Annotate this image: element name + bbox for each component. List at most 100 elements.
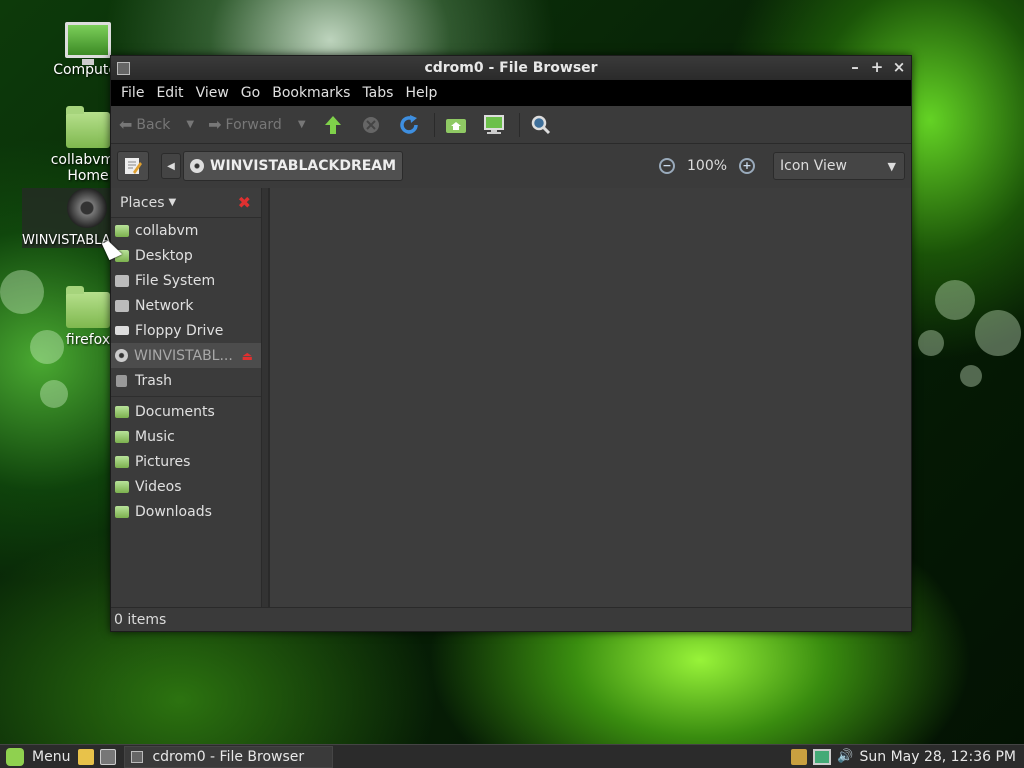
toolbar-separator: [518, 112, 520, 137]
sidebar-item-collabvm[interactable]: collabvm: [111, 218, 261, 243]
sidebar-item-music[interactable]: Music: [111, 424, 261, 449]
close-sidebar-icon[interactable]: ✖: [238, 193, 251, 212]
breadcrumb[interactable]: WINVISTABLACKDREAM: [183, 151, 404, 181]
places-header[interactable]: Places ▼ ✖: [111, 188, 261, 218]
videos-folder-icon: [115, 480, 129, 493]
eject-icon[interactable]: ⏏: [242, 349, 253, 363]
toggle-location-button[interactable]: [117, 151, 149, 181]
close-button[interactable]: ×: [889, 58, 909, 76]
sidebar-item-label: Network: [135, 297, 194, 314]
start-menu-button[interactable]: Menu: [0, 747, 71, 766]
app-icon: [131, 750, 144, 763]
back-button[interactable]: ⬅ Back ▼: [119, 115, 194, 134]
sidebar-item-documents[interactable]: Documents: [111, 399, 261, 424]
window-titlebar[interactable]: cdrom0 - File Browser – + ×: [111, 56, 911, 80]
menu-view[interactable]: View: [190, 85, 235, 101]
stop-icon: [362, 116, 379, 133]
clock[interactable]: Sun May 28, 12:36 PM: [859, 749, 1016, 765]
reload-icon: [399, 114, 418, 134]
mint-logo-icon: [6, 747, 24, 766]
menu-help[interactable]: Help: [399, 85, 443, 101]
computer-icon: [65, 22, 111, 65]
sidebar-item-desktop[interactable]: Desktop: [111, 243, 261, 268]
statusbar: 0 items: [111, 607, 911, 631]
computer-button[interactable]: [481, 112, 507, 138]
sidebar-item-label: collabvm: [135, 222, 199, 239]
sidebar-item-label: Trash: [135, 372, 172, 389]
crumb-left-arrow-button[interactable]: ◀: [161, 153, 181, 179]
sidebar-item-label: Downloads: [135, 503, 212, 520]
terminal-launcher-icon[interactable]: [100, 748, 117, 765]
search-button[interactable]: [528, 112, 554, 138]
sidebar-item-floppy[interactable]: Floppy Drive: [111, 318, 261, 343]
downloads-folder-icon: [115, 505, 129, 518]
forward-button[interactable]: ➡ Forward ▼: [208, 115, 305, 134]
view-mode-select[interactable]: Icon View ▼: [773, 152, 905, 180]
text-editor-launcher-icon[interactable]: [78, 748, 95, 765]
wallpaper-bokeh: [935, 280, 975, 320]
up-button[interactable]: [320, 112, 346, 138]
menu-tabs[interactable]: Tabs: [356, 85, 399, 101]
forward-arrow-icon: ➡: [208, 115, 222, 134]
sidebar-item-label: Desktop: [135, 247, 193, 264]
menu-bookmarks[interactable]: Bookmarks: [266, 85, 356, 101]
sidebar-item-cdrom[interactable]: WINVISTABL... ⏏: [111, 343, 261, 368]
floppy-icon: [115, 326, 129, 335]
zoom-in-icon[interactable]: +: [739, 158, 756, 174]
taskbar: Menu cdrom0 - File Browser 🔊 Sun May 28,…: [0, 744, 1024, 768]
taskbar-window-button[interactable]: cdrom0 - File Browser: [124, 745, 334, 768]
back-label: Back: [136, 116, 171, 133]
sidebar-item-label: Floppy Drive: [135, 322, 224, 339]
sidebar-item-trash[interactable]: Trash: [111, 368, 261, 393]
forward-label: Forward: [225, 116, 282, 133]
sidebar-item-label: Pictures: [135, 453, 191, 470]
folder-icon: [66, 286, 110, 328]
sidebar-item-label: Music: [135, 428, 175, 445]
menu-go[interactable]: Go: [235, 85, 266, 101]
sidebar-splitter[interactable]: [261, 188, 269, 607]
window-title: cdrom0 - File Browser: [424, 60, 598, 76]
disc-icon: [67, 188, 107, 228]
stop-button[interactable]: [358, 112, 384, 138]
wallpaper-bokeh: [975, 310, 1021, 356]
sidebar-item-file-system[interactable]: File System: [111, 268, 261, 293]
start-menu-label: Menu: [32, 748, 71, 765]
sidebar-item-pictures[interactable]: Pictures: [111, 449, 261, 474]
file-icon-view[interactable]: [269, 188, 911, 607]
music-folder-icon: [115, 430, 129, 443]
home-button[interactable]: [443, 112, 469, 138]
home-folder-icon: [115, 224, 129, 237]
home-folder-icon: [66, 106, 110, 148]
wallpaper-bokeh: [918, 330, 944, 356]
zoom-out-icon[interactable]: −: [659, 158, 675, 174]
volume-icon[interactable]: 🔊: [837, 749, 853, 764]
toolbar-separator: [433, 112, 435, 137]
pictures-folder-icon: [115, 455, 129, 468]
wallpaper-bokeh: [960, 365, 982, 387]
file-browser-window[interactable]: cdrom0 - File Browser – + × File Edit Vi…: [110, 55, 912, 632]
maximize-button[interactable]: +: [867, 58, 887, 76]
network-icon[interactable]: [813, 748, 832, 765]
menu-file[interactable]: File: [115, 85, 150, 101]
wallpaper-bokeh: [40, 380, 68, 408]
chevron-down-icon: ▼: [887, 159, 896, 173]
sidebar-item-downloads[interactable]: Downloads: [111, 499, 261, 524]
sidebar-item-network[interactable]: Network: [111, 293, 261, 318]
menubar: File Edit View Go Bookmarks Tabs Help: [111, 80, 911, 106]
taskbar-window-label: cdrom0 - File Browser: [152, 748, 305, 765]
toolbar: ⬅ Back ▼ ➡ Forward ▼: [111, 106, 911, 144]
places-header-label: Places: [120, 194, 165, 211]
trash-icon: [116, 374, 127, 387]
system-tray: 🔊 Sun May 28, 12:36 PM: [791, 748, 1016, 765]
sidebar-item-videos[interactable]: Videos: [111, 474, 261, 499]
menu-edit[interactable]: Edit: [150, 85, 189, 101]
disc-icon: [190, 159, 204, 173]
network-icon: [115, 299, 129, 312]
lock-icon[interactable]: [791, 748, 808, 765]
minimize-button[interactable]: –: [845, 58, 865, 76]
view-mode-value: Icon View: [780, 158, 847, 174]
zoom-level: 100%: [687, 158, 728, 174]
zoom-controls: − 100% +: [659, 144, 756, 188]
desktop-icon-label: firefox: [65, 332, 111, 348]
reload-button[interactable]: [396, 112, 422, 138]
